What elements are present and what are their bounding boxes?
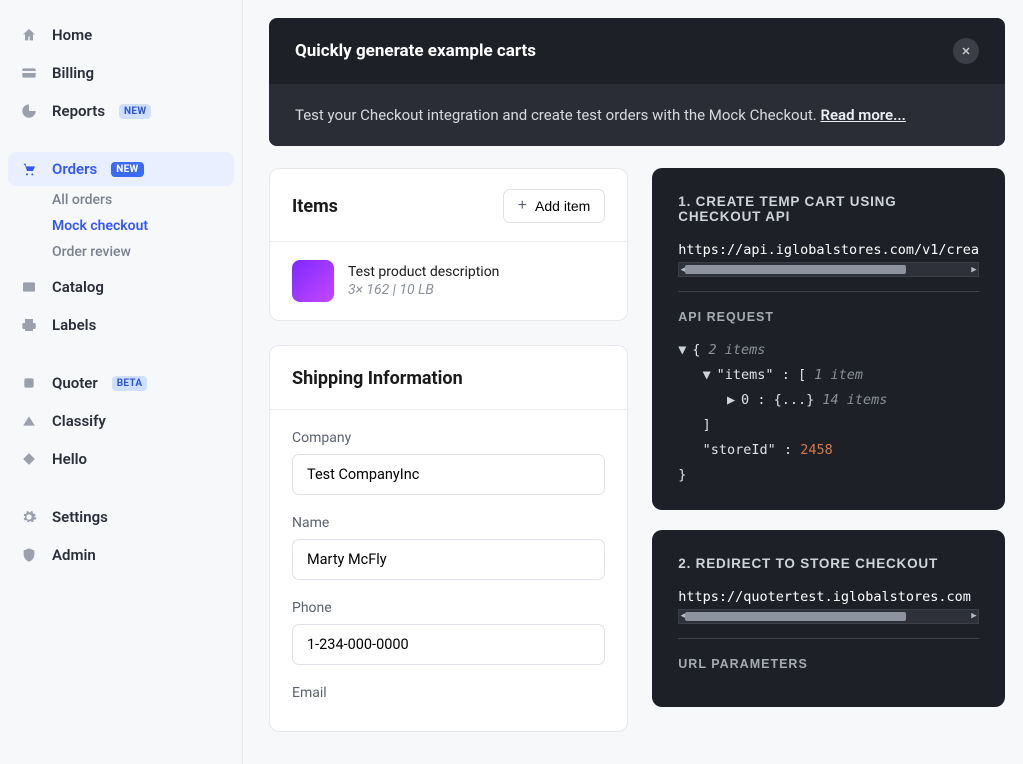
api2-url: https://quotertest.iglobalstores.com <box>678 589 979 605</box>
nav-admin[interactable]: Admin <box>8 538 234 572</box>
banner-title: Quickly generate example carts <box>295 41 536 61</box>
nav-reports-label: Reports <box>52 102 105 120</box>
items-card: Items + Add item Test product descriptio… <box>269 168 628 321</box>
item-description: Test product description <box>348 264 499 280</box>
nav-classify-label: Classify <box>52 412 106 430</box>
nav-admin-label: Admin <box>52 546 96 564</box>
shield-icon <box>20 546 38 564</box>
name-label: Name <box>292 515 605 531</box>
item-row[interactable]: Test product description 3× 162 | 10 LB <box>270 241 627 320</box>
nav-catalog[interactable]: Catalog <box>8 270 234 304</box>
nav-billing[interactable]: Billing <box>8 56 234 90</box>
api-panel-1: 1. CREATE TEMP CART USING CHECKOUT API h… <box>652 168 1005 510</box>
scroll-right-icon[interactable]: ▶ <box>969 264 979 275</box>
pie-icon <box>20 102 38 120</box>
nav-catalog-label: Catalog <box>52 278 104 296</box>
nav-orders-label: Orders <box>52 160 97 178</box>
gear-icon <box>20 508 38 526</box>
badge-new: NEW <box>111 162 143 177</box>
api2-scrollbar[interactable]: ◀ ▶ <box>678 609 979 624</box>
nav-sub-mock-checkout[interactable]: Mock checkout <box>8 218 234 234</box>
banner-read-more-link[interactable]: Read more... <box>820 106 905 124</box>
api-panel-2: 2. REDIRECT TO STORE CHECKOUT https://qu… <box>652 530 1005 707</box>
badge-beta: BETA <box>112 376 148 391</box>
nav-quoter[interactable]: Quoter BETA <box>8 366 234 400</box>
nav-home-label: Home <box>52 26 92 44</box>
api1-scrollbar[interactable]: ◀ ▶ <box>678 262 979 277</box>
name-field[interactable] <box>292 539 605 580</box>
catalog-icon <box>20 278 38 296</box>
nav-quoter-label: Quoter <box>52 374 98 392</box>
printer-icon <box>20 316 38 334</box>
nav-settings-label: Settings <box>52 508 108 526</box>
badge-new: NEW <box>119 104 151 119</box>
api1-title: 1. CREATE TEMP CART USING CHECKOUT API <box>678 194 979 224</box>
banner: Quickly generate example carts Test your… <box>269 18 1005 146</box>
sidebar: Home Billing Reports NEW Orders NEW All … <box>0 0 243 764</box>
nav-labels-label: Labels <box>52 316 96 334</box>
add-item-button[interactable]: + Add item <box>503 189 606 223</box>
scroll-thumb[interactable] <box>685 612 906 621</box>
nav-billing-label: Billing <box>52 64 94 82</box>
api1-url: https://api.iglobalstores.com/v1/crea <box>678 242 979 258</box>
items-title: Items <box>292 196 338 217</box>
cart-icon <box>20 160 38 178</box>
nav-classify[interactable]: Classify <box>8 404 234 438</box>
nav-settings[interactable]: Settings <box>8 500 234 534</box>
scroll-thumb[interactable] <box>685 265 906 274</box>
home-icon <box>20 26 38 44</box>
shipping-card: Shipping Information Company Name Phone <box>269 345 628 732</box>
close-icon <box>960 45 972 57</box>
api1-request-label: API REQUEST <box>678 310 979 324</box>
nav-sub-order-review[interactable]: Order review <box>8 244 234 260</box>
api2-title: 2. REDIRECT TO STORE CHECKOUT <box>678 556 979 571</box>
scroll-right-icon[interactable]: ▶ <box>969 611 979 622</box>
api2-params-label: URL PARAMETERS <box>678 657 979 671</box>
nav-orders[interactable]: Orders NEW <box>8 152 234 186</box>
add-item-label: Add item <box>535 198 590 214</box>
nav-hello[interactable]: Hello <box>8 442 234 476</box>
banner-close-button[interactable] <box>953 38 979 64</box>
triangle-icon <box>20 412 38 430</box>
item-qty: 3× 162 <box>348 282 389 298</box>
phone-field[interactable] <box>292 624 605 665</box>
company-field[interactable] <box>292 454 605 495</box>
nav-home[interactable]: Home <box>8 18 234 52</box>
card-icon <box>20 64 38 82</box>
api1-json-tree[interactable]: ▼{ 2 items ▼"items" : [ 1 item ▶0 : {...… <box>678 338 979 488</box>
main-content: Quickly generate example carts Test your… <box>243 0 1023 764</box>
shipping-title: Shipping Information <box>292 368 605 389</box>
nav-labels[interactable]: Labels <box>8 308 234 342</box>
plus-icon: + <box>518 198 527 214</box>
nav-reports[interactable]: Reports NEW <box>8 94 234 128</box>
banner-subtitle: Test your Checkout integration and creat… <box>295 106 820 124</box>
email-label: Email <box>292 685 605 701</box>
nav-hello-label: Hello <box>52 450 87 468</box>
diamond-icon <box>20 450 38 468</box>
square-icon <box>20 374 38 392</box>
item-weight: 10 LB <box>399 282 433 298</box>
item-thumbnail <box>292 260 334 302</box>
company-label: Company <box>292 430 605 446</box>
phone-label: Phone <box>292 600 605 616</box>
nav-sub-all-orders[interactable]: All orders <box>8 192 234 208</box>
